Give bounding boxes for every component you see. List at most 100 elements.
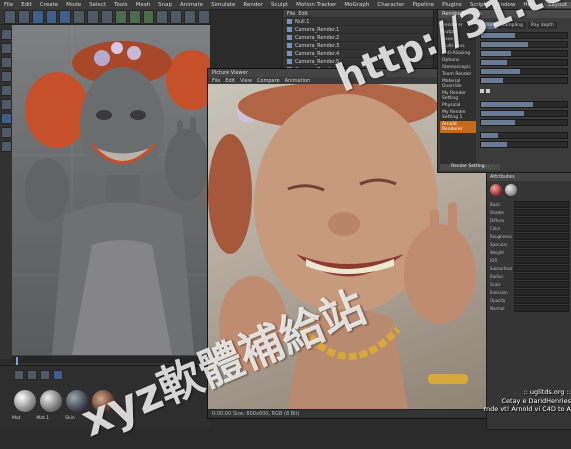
attribute-field[interactable] xyxy=(514,216,569,224)
attribute-field[interactable] xyxy=(514,272,569,280)
make-editable-icon[interactable] xyxy=(0,29,12,40)
menu-item-character[interactable]: Character xyxy=(373,2,408,8)
filter-width-slider[interactable] xyxy=(480,141,568,148)
menu-item-tools[interactable]: Tools xyxy=(110,2,132,8)
picture-viewer-menu-edit[interactable]: Edit xyxy=(225,78,235,84)
attribute-field[interactable] xyxy=(514,232,569,240)
scale-tool-icon[interactable] xyxy=(45,9,58,24)
attribute-field[interactable] xyxy=(514,200,569,208)
ray-depth-diffuse-slider[interactable] xyxy=(480,110,568,117)
record-icon[interactable] xyxy=(53,370,63,380)
rotate-tool-icon[interactable] xyxy=(59,9,72,24)
gold-bracelet xyxy=(428,374,468,384)
object-menu-edit[interactable]: Edit xyxy=(298,11,308,17)
menu-item-pipeline[interactable]: Pipeline xyxy=(409,2,439,8)
pen-icon[interactable] xyxy=(170,9,183,24)
subdivision-icon[interactable] xyxy=(184,9,197,24)
x-axis-icon[interactable] xyxy=(73,9,86,24)
attributes-title: Attributes xyxy=(487,173,571,181)
y-axis-icon[interactable] xyxy=(87,9,100,24)
attribute-label: Radius xyxy=(490,273,504,279)
lock-sampling-checkbox[interactable] xyxy=(480,89,484,93)
attribute-field[interactable] xyxy=(514,288,569,296)
menu-item-simulate[interactable]: Simulate xyxy=(207,2,239,8)
attribute-field[interactable] xyxy=(514,208,569,216)
editor-viewport[interactable] xyxy=(12,25,210,355)
menu-item-snap[interactable]: Snap xyxy=(154,2,176,8)
sss-samples-slider[interactable] xyxy=(480,68,568,75)
menu-item-mode[interactable]: Mode xyxy=(62,2,85,8)
attribute-field[interactable] xyxy=(514,304,569,312)
array-icon[interactable] xyxy=(198,9,210,24)
attribute-field[interactable] xyxy=(514,240,569,248)
ray-depth-glossy-slider[interactable] xyxy=(480,119,568,126)
camera-icon xyxy=(287,59,292,64)
menu-item-sculpt[interactable]: Sculpt xyxy=(267,2,292,8)
render-picture-viewer-icon[interactable] xyxy=(128,9,141,24)
edges-mode-icon[interactable] xyxy=(0,85,12,96)
snap-icon[interactable] xyxy=(0,127,12,138)
z-axis-icon[interactable] xyxy=(101,9,113,24)
picture-viewer-menu-animation[interactable]: Animation xyxy=(285,78,311,84)
undo-icon[interactable] xyxy=(4,9,16,24)
render-settings-icon[interactable] xyxy=(142,9,155,24)
play-icon[interactable] xyxy=(27,370,37,380)
menu-item-create[interactable]: Create xyxy=(36,2,62,8)
goto-end-icon[interactable] xyxy=(40,370,50,380)
attribute-field[interactable] xyxy=(514,256,569,264)
render-view-icon[interactable] xyxy=(114,9,127,24)
redo-icon[interactable] xyxy=(17,9,30,24)
flower-decoration xyxy=(127,46,141,60)
material-thumb-1[interactable] xyxy=(14,390,36,412)
camera-icon xyxy=(287,27,292,32)
sculpt-icon[interactable] xyxy=(0,113,12,124)
volume-samples-slider[interactable] xyxy=(480,77,568,84)
material-preview-grey[interactable] xyxy=(505,184,517,196)
material-preview-red[interactable] xyxy=(490,184,502,196)
refraction-samples-slider[interactable] xyxy=(480,59,568,66)
attribute-label: Subsurface xyxy=(490,265,513,271)
model-mode-icon[interactable] xyxy=(0,43,12,54)
render-settings-item[interactable]: Team Render xyxy=(440,71,476,78)
picture-viewer-menu-compare[interactable]: Compare xyxy=(257,78,280,84)
menu-item-animate[interactable]: Animate xyxy=(176,2,207,8)
object-menu-file[interactable]: File xyxy=(287,11,295,17)
filter-slider[interactable] xyxy=(480,132,568,139)
glossy-samples-slider[interactable] xyxy=(480,50,568,57)
cube-icon[interactable] xyxy=(156,9,169,24)
render-settings-tab[interactable]: Ray depth xyxy=(527,22,557,29)
diffuse-samples-slider[interactable] xyxy=(480,41,568,48)
render-settings-item[interactable]: My Render Setting 1 xyxy=(440,109,476,121)
menu-item-mesh[interactable]: Mesh xyxy=(132,2,154,8)
menu-item-file[interactable]: File xyxy=(0,2,17,8)
menu-item-edit[interactable]: Edit xyxy=(17,2,36,8)
render-settings-item[interactable]: Arnold Renderer xyxy=(440,121,476,133)
attribute-field[interactable] xyxy=(514,224,569,232)
render-settings-item[interactable]: Stereoscopic xyxy=(440,64,476,71)
points-mode-icon[interactable] xyxy=(0,71,12,82)
goto-start-icon[interactable] xyxy=(14,370,24,380)
render-settings-item[interactable]: My Render Setting xyxy=(440,90,476,102)
picture-viewer-menu-file[interactable]: File xyxy=(212,78,220,84)
move-tool-icon[interactable] xyxy=(31,9,44,24)
attribute-field[interactable] xyxy=(514,248,569,256)
menu-item-motion-tracker[interactable]: Motion Tracker xyxy=(292,2,340,8)
picture-viewer-menu-view[interactable]: View xyxy=(240,78,252,84)
workplane-icon[interactable] xyxy=(0,141,12,152)
clamp-checkbox[interactable] xyxy=(486,89,490,93)
material-thumb-2[interactable] xyxy=(40,390,62,412)
attribute-field[interactable] xyxy=(514,296,569,304)
render-settings-item[interactable]: Physical xyxy=(440,102,476,109)
texture-mode-icon[interactable] xyxy=(0,57,12,68)
render-settings-item[interactable]: Material Override xyxy=(440,78,476,90)
render-hair-left xyxy=(208,134,252,254)
attribute-label: Shader xyxy=(490,209,505,215)
polygons-mode-icon[interactable] xyxy=(0,99,12,110)
ray-depth-slider[interactable] xyxy=(480,101,568,108)
menu-item-select[interactable]: Select xyxy=(85,2,110,8)
menu-item-render[interactable]: Render xyxy=(239,2,267,8)
render-setting-button[interactable]: Render Setting... xyxy=(440,164,500,170)
menu-item-mograph[interactable]: MoGraph xyxy=(340,2,373,8)
attribute-field[interactable] xyxy=(514,264,569,272)
attribute-field[interactable] xyxy=(514,280,569,288)
